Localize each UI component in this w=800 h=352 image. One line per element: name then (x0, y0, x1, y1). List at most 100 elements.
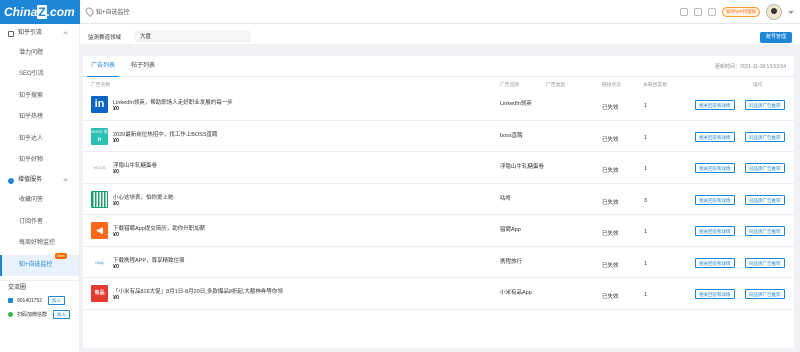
sidebar-group-zhihu[interactable]: 知乎引流 (0, 24, 79, 43)
col-header: 广告名称 (91, 83, 111, 88)
chevron-up-icon (63, 31, 68, 36)
related-answers-button[interactable]: 相关回答和详情 (695, 100, 735, 110)
mail-icon[interactable] (708, 8, 717, 16)
filter-bar: 监测赛道领域 大盘 账号管理 (80, 24, 800, 50)
join-button[interactable]: 加入 (53, 310, 71, 320)
ctrip-logo: Ctrip (91, 253, 108, 271)
boss-logo: BOSS 直聘 (91, 127, 108, 145)
ad-title[interactable]: 浮隐山牛轧糖蛋卷 (113, 161, 493, 169)
link-status: 已失效 (602, 199, 619, 206)
breadcrumb-label: 知+自选监控 (96, 10, 130, 16)
breadcrumb: 知+自选监控 (83, 5, 130, 18)
ad-brand: boss直聘 (500, 132, 523, 139)
logo[interactable]: ChinaZ.com (0, 0, 80, 24)
ad-title[interactable]: 「小米有品816大促」8月1日-8月20日,多款爆品8折起,大额神券等你领 (113, 287, 493, 295)
ad-price: ¥0 (113, 200, 120, 207)
answer-count: 1 (644, 229, 648, 235)
sidebar-item[interactable]: 知乎热榜 (0, 107, 79, 128)
sidebar-item[interactable]: 收藏问答 (0, 190, 79, 211)
link-status: 已失效 (602, 294, 619, 300)
same-brand-ads-button[interactable]: 同品牌广告推荐 (745, 257, 785, 268)
ad-brand: 猎聘App (500, 227, 521, 233)
same-brand-ads-button[interactable]: 同品牌广告推荐 (745, 131, 785, 142)
sidebar-item[interactable]: 订阅作者 (0, 212, 79, 233)
table-row: 小心这块表，怕你爱上她 ¥0 咕咚 已失效 3 相关回答和详情 同品牌广告推荐 (83, 184, 794, 215)
ad-title[interactable]: 2020最新岗位热招中，找工作上BOSS直聘 (113, 130, 493, 138)
related-answers-button[interactable]: 相关回答和详情 (695, 226, 735, 236)
new-badge: New (54, 252, 67, 259)
ad-title[interactable]: 小心这块表，怕你爱上她 (113, 193, 493, 201)
answer-count: 3 (644, 197, 648, 204)
ad-brand: 浮隐山牛轧糖蛋卷 (500, 164, 545, 170)
tab-posts[interactable]: 帖子列表 (123, 56, 163, 76)
join-button[interactable]: 加入 (48, 296, 66, 306)
related-answers-button[interactable]: 相关回答和详情 (695, 257, 735, 268)
ad-title[interactable]: 下载猎聘App提交简历，助你升职加薪 (113, 224, 493, 232)
liepin-logo: ◀ (91, 222, 108, 239)
ad-price: ¥0 (113, 169, 120, 175)
updated-time: 更新时间：2021-11-18 13:53:54 (714, 64, 786, 70)
table-row: HOOS 浮隐山牛轧糖蛋卷 ¥0 浮隐山牛轧糖蛋卷 已失效 1 相关回答和详情 … (83, 152, 794, 184)
related-answers-button[interactable]: 相关回答和详情 (695, 194, 735, 205)
top-icons: 知乎VIP代理商 (680, 4, 794, 20)
chevron-down-icon[interactable] (788, 10, 794, 14)
shirt-icon[interactable] (680, 8, 689, 16)
same-brand-ads-button[interactable]: 同品牌广告推荐 (745, 194, 785, 205)
community-title: 交流圈 (0, 279, 79, 294)
table-row: ◀ 下载猎聘App提交简历，助你升职加薪 ¥0 猎聘App 已失效 1 相关回答… (83, 215, 794, 247)
same-brand-ads-button[interactable]: 同品牌广告推荐 (745, 163, 785, 173)
ad-price: ¥0 (113, 263, 120, 270)
account-manage-button[interactable]: 账号管理 (759, 32, 792, 43)
table-row: BOSS 直聘 2020最新岗位热招中，找工作上BOSS直聘 ¥0 boss直聘… (83, 121, 794, 152)
screen-icon[interactable] (694, 8, 703, 16)
chevron-up-icon (63, 178, 68, 183)
linkedin-logo: in (91, 96, 108, 113)
ad-title[interactable]: 下载携程APP，尊享精致住宿 (113, 256, 493, 264)
table-row: in LinkedIn领英，帮助职场人走好职业发展的每一步 ¥0 LinkedI… (83, 89, 794, 121)
sidebar-item[interactable]: 知乎达人 (0, 129, 79, 150)
related-answers-button[interactable]: 相关回答和详情 (695, 289, 735, 299)
youpin-logo: 有品 (91, 285, 108, 302)
col-header: 操作 (753, 83, 763, 88)
community-row-qq: 901401752 加入 (0, 294, 79, 308)
related-answers-button[interactable]: 相关回答和详情 (695, 131, 735, 142)
vip-badge[interactable]: 知乎VIP代理商 (722, 7, 760, 17)
sidebar-item[interactable]: SEO引流 (0, 64, 79, 85)
col-header: 广告类型 (546, 83, 566, 88)
diamond-icon (8, 177, 14, 184)
sidebar: 知乎引流 潜力问题 SEO引流 知乎搜索 知乎热榜 知乎达人 知乎好物 增值服务… (0, 24, 80, 352)
table-row: Ctrip 下载携程APP，尊享精致住宿 ¥0 携程旅行 已失效 1 相关回答和… (83, 247, 794, 278)
sidebar-item[interactable]: 潜力问题 (0, 43, 79, 64)
same-brand-ads-button[interactable]: 同品牌广告推荐 (745, 100, 785, 110)
sidebar-item[interactable]: 知乎搜索 (0, 86, 79, 107)
avatar[interactable] (766, 4, 782, 20)
sidebar-group-value-added[interactable]: 增值服务 (0, 171, 79, 190)
qq-icon (8, 298, 13, 304)
ad-title[interactable]: LinkedIn领英，帮助职场人走好职业发展的每一步 (113, 98, 493, 106)
link-status: 已失效 (602, 231, 619, 237)
related-answers-button[interactable]: 相关回答和详情 (695, 163, 735, 173)
col-header: 关联回答数 (643, 83, 667, 88)
tab-ads[interactable]: 广告列表 (83, 56, 123, 77)
ad-brand: 小米有品App (500, 290, 532, 296)
sidebar-item-active[interactable]: 知+自选监控 New (0, 252, 79, 276)
sidebar-item[interactable]: 知乎好物 (0, 150, 79, 171)
table-row: 有品 「小米有品816大促」8月1日-8月20日,多款爆品8折起,大额神券等你领… (83, 278, 794, 310)
same-brand-ads-button[interactable]: 同品牌广告推荐 (745, 226, 785, 236)
wechat-icon (8, 312, 13, 318)
col-header: 广告品牌 (500, 83, 520, 88)
col-header: 链接状态 (602, 83, 622, 88)
community-row-wechat: 扫码加微信群 加入 (0, 308, 79, 322)
same-brand-ads-button[interactable]: 同品牌广告推荐 (745, 289, 785, 299)
ad-price: ¥0 (113, 137, 120, 144)
ad-brand: 咕咚 (500, 195, 512, 202)
domain-select[interactable]: 大盘 (135, 31, 250, 42)
answer-count: 1 (644, 103, 648, 109)
answer-count: 1 (644, 166, 648, 172)
ad-price: ¥0 (113, 106, 120, 112)
link-status: 已失效 (602, 168, 619, 174)
codoon-logo (91, 190, 108, 208)
hoos-logo: HOOS (91, 159, 108, 176)
sidebar-item[interactable]: 每周好物监控 (0, 233, 79, 254)
grid-icon (8, 30, 14, 37)
